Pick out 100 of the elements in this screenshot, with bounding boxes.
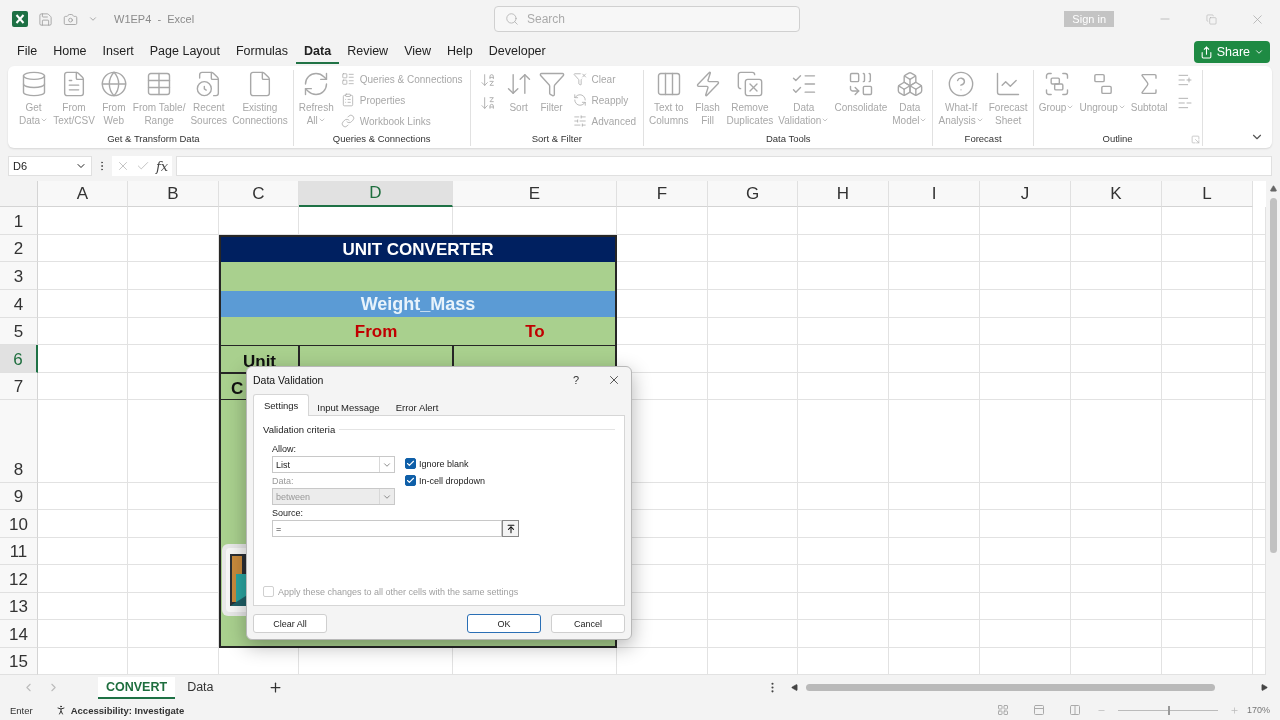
row-header[interactable]: 9 bbox=[0, 483, 38, 510]
sheet-cell[interactable] bbox=[38, 565, 128, 593]
sheet-cell[interactable] bbox=[889, 207, 980, 235]
sheet-cell[interactable] bbox=[1162, 620, 1253, 648]
column-header[interactable]: E bbox=[453, 181, 617, 207]
sheet-cell[interactable] bbox=[708, 345, 798, 373]
sheet-cell[interactable] bbox=[889, 373, 980, 400]
sheet-cell[interactable] bbox=[38, 262, 128, 290]
ribbon-tab[interactable]: Review bbox=[339, 40, 397, 64]
sheet-cell[interactable] bbox=[980, 290, 1071, 318]
sheet-cell[interactable] bbox=[708, 290, 798, 318]
ribbon-tab[interactable]: Help bbox=[439, 40, 481, 64]
sheet-cell[interactable] bbox=[798, 400, 889, 483]
sheet-cell[interactable] bbox=[38, 373, 128, 400]
scrollbar-thumb[interactable] bbox=[806, 684, 1215, 691]
row-header[interactable]: 6 bbox=[0, 345, 38, 373]
sheet-cell[interactable] bbox=[798, 538, 889, 565]
sheet-cell[interactable] bbox=[1162, 400, 1253, 483]
checkbox[interactable] bbox=[405, 458, 416, 469]
sheet-cell[interactable] bbox=[1071, 373, 1162, 400]
zoom-level[interactable]: 170% bbox=[1246, 705, 1270, 715]
column-header[interactable]: L bbox=[1162, 181, 1253, 207]
sheet-cell[interactable] bbox=[889, 565, 980, 593]
sheet-cell[interactable] bbox=[708, 373, 798, 400]
sheet-cell[interactable] bbox=[708, 593, 798, 620]
sheet-cell[interactable] bbox=[38, 400, 128, 483]
sheet-cell[interactable] bbox=[1162, 510, 1253, 538]
sheet-cell[interactable] bbox=[708, 565, 798, 593]
sheet-tab[interactable]: CONVERT bbox=[98, 676, 176, 699]
camera-icon[interactable] bbox=[63, 11, 78, 27]
sheet-cell[interactable] bbox=[889, 400, 980, 483]
dialog-button[interactable]: Cancel bbox=[551, 614, 625, 633]
row-header[interactable]: 12 bbox=[0, 565, 38, 593]
sheet-cell[interactable] bbox=[708, 648, 798, 675]
ribbon-tab[interactable]: Data bbox=[296, 40, 340, 64]
ribbon-tab[interactable]: Developer bbox=[480, 40, 554, 64]
sheet-cell[interactable] bbox=[980, 565, 1071, 593]
sheet-cell[interactable] bbox=[1162, 207, 1253, 235]
sheet-cell[interactable] bbox=[798, 593, 889, 620]
sheet-cell[interactable] bbox=[38, 207, 128, 235]
sheet-cell[interactable] bbox=[708, 400, 798, 483]
sheet-cell[interactable] bbox=[1071, 318, 1162, 345]
sheet-cell[interactable] bbox=[798, 235, 889, 262]
cancel-icon[interactable] bbox=[116, 159, 130, 173]
checkbox[interactable] bbox=[405, 475, 416, 486]
sheet-cell[interactable] bbox=[38, 510, 128, 538]
collapse-dialog-button[interactable] bbox=[502, 520, 519, 537]
customize-icon[interactable] bbox=[88, 14, 98, 24]
sheet-cell[interactable] bbox=[980, 648, 1071, 675]
column-header[interactable]: A bbox=[38, 181, 128, 207]
sheet-cell[interactable] bbox=[617, 207, 708, 235]
sheet-cell[interactable] bbox=[1071, 510, 1162, 538]
sheet-cell[interactable] bbox=[38, 538, 128, 565]
sheet-cell[interactable] bbox=[1071, 593, 1162, 620]
sheet-cell[interactable] bbox=[1071, 400, 1162, 483]
column-header[interactable]: F bbox=[617, 181, 708, 207]
sheet-cell[interactable] bbox=[798, 648, 889, 675]
row-header[interactable]: 1 bbox=[0, 207, 38, 235]
sheet-cell[interactable] bbox=[980, 318, 1071, 345]
sheet-cell[interactable] bbox=[128, 648, 219, 675]
sheet-cell[interactable] bbox=[38, 290, 128, 318]
scroll-right-icon[interactable] bbox=[1261, 684, 1268, 691]
row-header[interactable]: 4 bbox=[0, 290, 38, 318]
dialog-launcher-button[interactable] bbox=[1190, 135, 1200, 144]
sheet-cell[interactable] bbox=[1162, 262, 1253, 290]
name-box[interactable]: D6 bbox=[8, 156, 92, 176]
sheet-cell[interactable] bbox=[798, 207, 889, 235]
sheet-cell[interactable] bbox=[889, 290, 980, 318]
row-header[interactable]: 5 bbox=[0, 318, 38, 345]
column-header[interactable]: B bbox=[128, 181, 219, 207]
ribbon-tab[interactable]: Insert bbox=[94, 40, 142, 64]
row-header[interactable]: 10 bbox=[0, 510, 38, 538]
accessibility-status[interactable]: Accessibility: Investigate bbox=[70, 704, 185, 716]
ribbon-tab[interactable]: Home bbox=[45, 40, 95, 64]
page-break-icon[interactable] bbox=[1068, 704, 1081, 716]
sheet-cell[interactable] bbox=[38, 648, 128, 675]
app-logo-icon[interactable] bbox=[12, 11, 28, 27]
share-button[interactable]: Share bbox=[1193, 41, 1270, 63]
sheet-cell[interactable] bbox=[980, 593, 1071, 620]
sheet-cell[interactable] bbox=[38, 235, 128, 262]
dialog-tab[interactable]: Input Message bbox=[309, 398, 388, 416]
enter-icon[interactable] bbox=[136, 159, 150, 173]
zoom-in-icon[interactable] bbox=[1229, 705, 1239, 715]
sheet-cell[interactable] bbox=[708, 262, 798, 290]
sheet-cell[interactable] bbox=[38, 318, 128, 345]
row-header[interactable]: 7 bbox=[0, 373, 38, 400]
ribbon-tab[interactable]: Formulas bbox=[227, 40, 297, 64]
sheet-cell[interactable] bbox=[798, 262, 889, 290]
sheet-cell[interactable] bbox=[708, 207, 798, 235]
ribbon-tab[interactable]: Page Layout bbox=[141, 40, 228, 64]
sheet-cell[interactable] bbox=[1071, 565, 1162, 593]
help-button[interactable]: ? bbox=[566, 373, 585, 387]
sheet-cell[interactable] bbox=[708, 538, 798, 565]
sheet-cell[interactable] bbox=[128, 207, 219, 235]
ribbon-tab[interactable]: View bbox=[396, 40, 440, 64]
sheet-cell[interactable] bbox=[980, 510, 1071, 538]
sheet-cell[interactable] bbox=[1071, 538, 1162, 565]
sheet-cell[interactable] bbox=[1071, 207, 1162, 235]
sheet-cell[interactable] bbox=[980, 538, 1071, 565]
allow-dropdown[interactable]: List bbox=[272, 456, 395, 473]
